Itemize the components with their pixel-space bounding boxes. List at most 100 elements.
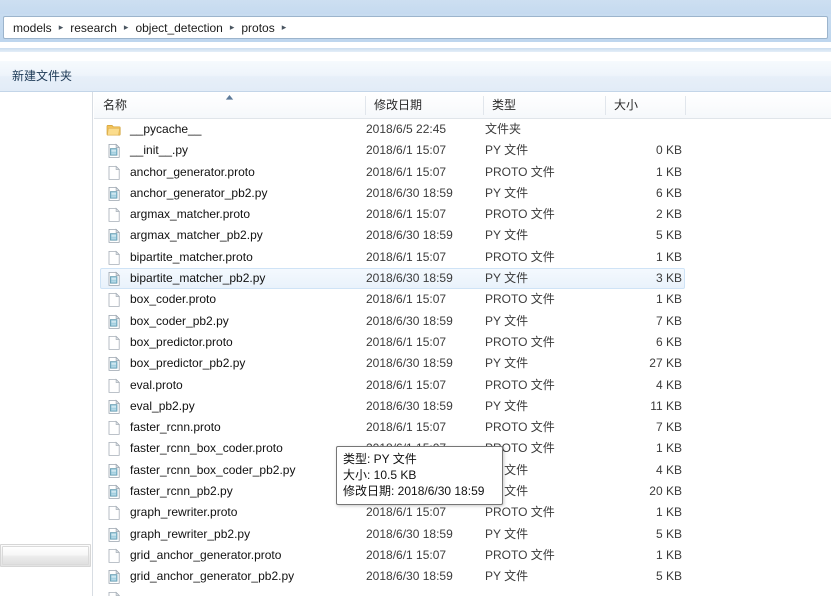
file-size-cell: 4 KB	[655, 462, 682, 477]
file-type-cell: PY 文件	[485, 313, 529, 328]
breadcrumb-separator-icon[interactable]: ▸	[122, 19, 131, 35]
navigation-pane-scrollbar-thumb[interactable]	[2, 546, 89, 565]
file-name-cell: faster_rcnn_box_coder_pb2.py	[130, 462, 296, 477]
table-row[interactable]: argmax_matcher_pb2.py 2018/6/30 18:59 PY 文…	[94, 225, 831, 246]
file-list-view[interactable]: 名称 修改日期 类型 大小 __pycache__ 2018/6/5 22:45 文件夹 _…	[94, 92, 831, 596]
date-modified-cell: 2018/6/1 15:07	[366, 505, 447, 520]
breadcrumb-item-protos[interactable]: protos	[236, 18, 279, 38]
new-folder-button[interactable]: 新建文件夹	[4, 66, 80, 87]
date-modified-cell: 2018/6/30 18:59	[366, 313, 453, 328]
table-row[interactable]: argmax_matcher.proto 2018/6/1 15:07 PROTO …	[94, 204, 831, 225]
file-size-cell: 20 KB	[649, 484, 682, 499]
file-size-cell: 1 KB	[655, 441, 682, 456]
file-size-cell: 5 KB	[655, 228, 682, 243]
column-divider[interactable]	[605, 96, 606, 115]
date-modified-cell: 2018/6/30 18:59	[366, 569, 453, 584]
date-modified-cell: 2018/6/30 18:59	[366, 526, 453, 541]
file-name-cell: anchor_generator.proto	[130, 164, 255, 179]
file-name-cell: box_predictor_pb2.py	[130, 356, 246, 371]
breadcrumb-item-models[interactable]: models	[8, 18, 57, 38]
table-row[interactable]: bipartite_matcher_pb2.py 2018/6/30 18:59 P…	[94, 268, 831, 290]
table-row[interactable]: anchor_generator.proto 2018/6/1 15:07 PROT…	[94, 162, 831, 183]
file-type-cell: PY 文件	[485, 185, 529, 200]
date-modified-cell: 2018/6/1 15:07	[366, 207, 447, 222]
file-name-cell: __pycache__	[130, 122, 202, 136]
table-row[interactable]: box_predictor.proto 2018/6/1 15:07 PROTO 文…	[94, 332, 831, 353]
file-size-cell: 4 KB	[655, 377, 682, 392]
file-type-cell: PY 文件	[485, 143, 529, 158]
file-type-cell	[485, 588, 603, 596]
table-row[interactable]: graph_rewriter_pb2.py 2018/6/30 18:59 PY 文…	[94, 524, 831, 545]
tooltip-line: 大小: 10.5 KB	[343, 468, 417, 482]
date-modified-cell: 2018/6/30 18:59	[366, 356, 453, 371]
date-modified-cell: 2018/6/1 15:07	[366, 143, 447, 158]
file-name-cell: grid_anchor_generator.proto	[130, 547, 282, 562]
breadcrumb[interactable]: models ▸ research ▸ object_detection ▸ protos ▸	[8, 17, 288, 38]
table-row[interactable]: box_predictor_pb2.py 2018/6/30 18:59 PY 文件…	[94, 353, 831, 374]
file-type-cell: PY 文件	[485, 569, 529, 584]
breadcrumb-item-object_detection[interactable]: object_detection	[130, 18, 227, 38]
table-row[interactable]: __init__.py 2018/6/1 15:07 PY 文件 0 KB	[94, 140, 831, 161]
file-name-cell: faster_rcnn.proto	[130, 420, 221, 435]
file-size-cell: 27 KB	[649, 356, 682, 371]
table-row[interactable]: __pycache__ 2018/6/5 22:45 文件夹	[94, 119, 831, 140]
table-row[interactable]: box_coder_pb2.py 2018/6/30 18:59 PY 文件 7 KB	[94, 311, 831, 332]
breadcrumb-item-research[interactable]: research	[65, 18, 122, 38]
column-header-2[interactable]: 类型	[483, 92, 605, 118]
column-header-1[interactable]: 修改日期	[365, 92, 483, 118]
date-modified-cell: 2018/6/1 15:07	[366, 547, 447, 562]
explorer-window: models ▸ research ▸ object_detection ▸ protos ▸…	[0, 0, 831, 596]
address-bar-underline-3	[0, 52, 831, 61]
file-size-cell: 1 KB	[655, 292, 682, 307]
file-type-cell: PROTO 文件	[485, 547, 555, 562]
table-row[interactable]: eval_pb2.py 2018/6/30 18:59 PY 文件 11 KB	[94, 396, 831, 417]
window-top-band	[0, 0, 831, 14]
tooltip-line: 类型: PY 文件	[343, 452, 417, 466]
column-divider[interactable]	[365, 96, 366, 115]
file-name-cell: box_coder.proto	[130, 292, 217, 307]
column-header-row[interactable]: 名称 修改日期 类型 大小	[94, 92, 831, 119]
table-row[interactable]	[94, 588, 831, 596]
file-name-cell: box_coder_pb2.py	[130, 313, 229, 328]
file-type-cell: PROTO 文件	[485, 334, 555, 349]
date-modified-cell: 2018/6/1 15:07	[366, 377, 447, 392]
date-modified-cell: 2018/6/30 18:59	[366, 398, 453, 413]
breadcrumb-separator-icon[interactable]: ▸	[57, 19, 66, 35]
table-row[interactable]: faster_rcnn.proto 2018/6/1 15:07 PROTO 文件 7…	[94, 417, 831, 438]
date-modified-cell: 2018/6/5 22:45	[366, 122, 447, 136]
column-header-3[interactable]: 大小	[605, 92, 685, 118]
breadcrumb-separator-icon[interactable]: ▸	[280, 19, 289, 35]
file-size-cell: 7 KB	[655, 313, 682, 328]
table-row[interactable]: grid_anchor_generator_pb2.py 2018/6/30 18…	[94, 566, 831, 587]
file-name-cell: argmax_matcher_pb2.py	[130, 228, 263, 243]
file-size-cell: 6 KB	[655, 334, 682, 349]
navigation-pane[interactable]	[0, 92, 93, 596]
file-size-cell: 7 KB	[655, 420, 682, 435]
file-rows[interactable]: __pycache__ 2018/6/5 22:45 文件夹 __init__.py 2…	[94, 119, 831, 596]
table-row[interactable]: bipartite_matcher.proto 2018/6/1 15:07 PRO…	[94, 247, 831, 268]
file-type-cell: PROTO 文件	[485, 207, 555, 222]
file-type-cell: PROTO 文件	[485, 249, 555, 264]
date-modified-cell: 2018/6/1 15:07	[366, 334, 447, 349]
file-size-cell: 6 KB	[655, 185, 682, 200]
breadcrumb-separator-icon[interactable]: ▸	[228, 19, 237, 35]
file-type-cell: PROTO 文件	[485, 164, 555, 179]
file-name-cell: bipartite_matcher.proto	[130, 249, 253, 264]
date-modified-cell: 2018/6/30 18:59	[366, 271, 453, 286]
table-row[interactable]: box_coder.proto 2018/6/1 15:07 PROTO 文件 1 K…	[94, 289, 831, 310]
column-divider[interactable]	[685, 96, 686, 115]
table-row[interactable]: grid_anchor_generator.proto 2018/6/1 15:0…	[94, 545, 831, 566]
file-size-cell: 5 KB	[655, 569, 682, 584]
table-row[interactable]: anchor_generator_pb2.py 2018/6/30 18:59 PY…	[94, 183, 831, 204]
navigation-pane-horizontal-scrollbar[interactable]	[0, 544, 91, 567]
file-size-cell	[589, 119, 682, 140]
file-size-cell: 1 KB	[655, 547, 682, 562]
file-name-cell: faster_rcnn_box_coder.proto	[130, 441, 283, 456]
file-size-cell: 3 KB	[655, 271, 682, 286]
table-row[interactable]: graph_rewriter.proto 2018/6/1 15:07 PROTO …	[94, 502, 831, 523]
column-header-0[interactable]: 名称	[94, 92, 365, 118]
file-type-cell: PY 文件	[485, 356, 529, 371]
file-name-cell: argmax_matcher.proto	[130, 207, 251, 222]
table-row[interactable]: eval.proto 2018/6/1 15:07 PROTO 文件 4 KB	[94, 375, 831, 396]
column-divider[interactable]	[483, 96, 484, 115]
